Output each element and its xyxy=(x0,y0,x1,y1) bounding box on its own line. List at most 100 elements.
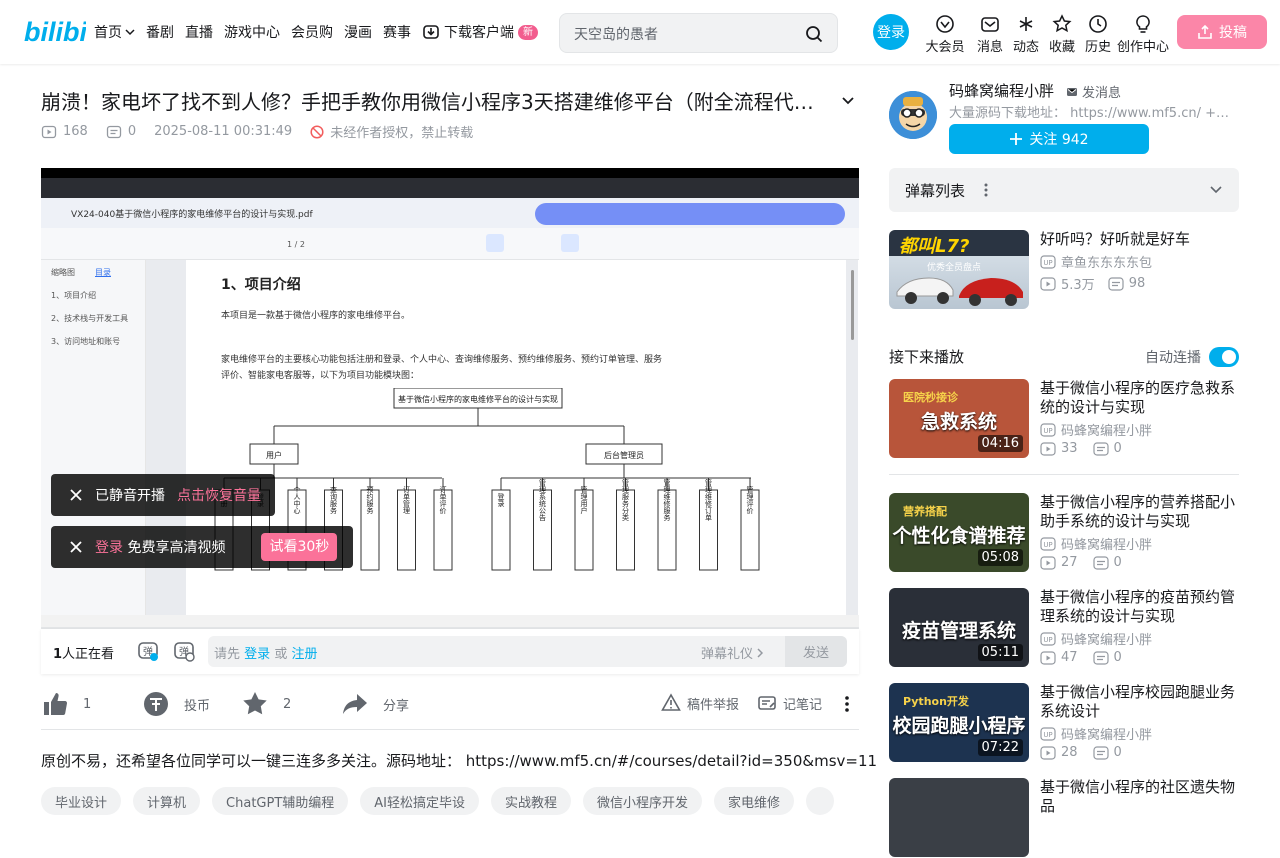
up-next-header: 接下来播放 自动连播 xyxy=(889,346,1239,367)
recommend-thumbnail[interactable]: 营养搭配 个性化食谱推荐 05:08 xyxy=(889,493,1029,572)
expand-title-icon[interactable] xyxy=(840,92,856,108)
viewer-count: 1人正在看 xyxy=(53,643,114,662)
danmaku-list-panel[interactable]: 弹幕列表 xyxy=(889,168,1239,212)
recommend-card[interactable]: 医院秒接诊 急救系统 04:16 基于微信小程序的医疗急救系统的设计与实现 UP 码蜂窝编… xyxy=(889,379,1239,459)
frame-titlebar xyxy=(41,178,859,198)
danmaku-settings-icon[interactable]: 弹 xyxy=(173,640,195,662)
more-vertical-icon[interactable] xyxy=(984,182,988,198)
autoplay-toggle[interactable]: 自动连播 xyxy=(1145,347,1239,367)
nav-game-center[interactable]: 游戏中心 xyxy=(224,0,286,64)
no-repost-icon xyxy=(310,124,324,139)
nav-live[interactable]: 直播 xyxy=(185,0,219,64)
favorite-button[interactable]: 2 xyxy=(241,690,291,718)
frame-side-item: 目录 xyxy=(95,268,111,277)
creator-entry[interactable]: 创作中心 xyxy=(1116,12,1170,55)
tag-item[interactable]: AI轻松搞定毕设 xyxy=(360,787,479,815)
recommend-thumbnail[interactable]: 医院秒接诊 急救系统 04:16 xyxy=(889,379,1029,458)
chevron-right-icon xyxy=(757,647,764,658)
video-player[interactable]: VX24-040基于微信小程序的家电维修平台的设计与实现.pdf 1 / 2 缩… xyxy=(41,168,859,627)
recommend-uploader-name[interactable]: 码蜂窝编程小胖 xyxy=(1061,534,1152,553)
close-icon[interactable] xyxy=(69,488,83,502)
play-count-icon xyxy=(1040,745,1056,760)
history-entry[interactable]: 历史 xyxy=(1080,12,1116,55)
recommend-card[interactable]: Python开发 校园跑腿小程序 07:22 基于微信小程序校园跑腿业务系统设计 UP 码… xyxy=(889,683,1239,763)
uploader-avatar[interactable] xyxy=(889,91,937,139)
recommend-uploader-name[interactable]: 码蜂窝编程小胖 xyxy=(1061,629,1152,648)
search-input[interactable]: 天空岛的愚者 xyxy=(559,13,838,53)
nav-home[interactable]: 首页 xyxy=(94,0,141,64)
trial-button[interactable]: 试看30秒 xyxy=(261,533,338,561)
recommend-thumbnail[interactable]: Python开发 校园跑腿小程序 07:22 xyxy=(889,683,1029,762)
ad-card[interactable]: 都叫L7? 优秀全员盘点 好听吗？好听就是好车 UP 章鱼东东东东包 5.3万 … xyxy=(889,230,1239,310)
vip-entry[interactable]: 大会员 xyxy=(918,12,972,55)
tag-more-button[interactable] xyxy=(806,787,835,815)
recommend-uploader: UP 码蜂窝编程小胖 xyxy=(1040,724,1152,743)
danmaku-toggle-icon[interactable]: 弹 xyxy=(137,640,159,662)
chevron-down-icon[interactable] xyxy=(1209,182,1223,196)
danmaku-count-icon xyxy=(106,125,121,138)
ad-uploader-name[interactable]: 章鱼东东东东包 xyxy=(1061,252,1152,271)
diagram-leaf-label: 管理评价 xyxy=(746,485,754,514)
video-actions: 1 投币 2 分享 稿件举报 记笔记 xyxy=(41,684,859,730)
diagram-leaf-label: 管理维修订单 xyxy=(705,478,713,522)
upload-button[interactable]: 投稿 xyxy=(1177,15,1267,49)
message-entry[interactable]: 消息 xyxy=(972,12,1008,55)
hd-login-link[interactable]: 登录 xyxy=(95,540,123,556)
ad-uploader: UP 章鱼东东东东包 xyxy=(1040,252,1152,271)
more-icon[interactable] xyxy=(837,694,857,714)
recommend-stats: 33 0 xyxy=(1040,441,1122,456)
report-button[interactable]: 稿件举报 xyxy=(661,693,739,713)
history-label: 历史 xyxy=(1084,40,1111,55)
chevron-down-icon xyxy=(125,29,135,36)
nav-esports[interactable]: 赛事 xyxy=(383,0,417,64)
tag-item[interactable]: 实战教程 xyxy=(491,787,572,815)
tag-item[interactable]: ChatGPT辅助编程 xyxy=(212,787,349,815)
nav-anime[interactable]: 番剧 xyxy=(146,0,180,64)
tag-item[interactable]: 微信小程序开发 xyxy=(583,787,703,815)
recommend-card[interactable]: 疫苗管理系统 05:11 基于微信小程序的疫苗预约管理系统的设计与实现 UP 码蜂窝编程… xyxy=(889,588,1239,668)
video-meta: 168 0 2025-08-11 00:31:49 未经作者授权，禁止转载 xyxy=(41,122,473,141)
note-button[interactable]: 记笔记 xyxy=(757,693,822,713)
recommend-title[interactable]: 基于微信小程序的营养搭配小助手系统的设计与实现 xyxy=(1040,493,1239,531)
recommend-title[interactable]: 基于微信小程序的医疗急救系统的设计与实现 xyxy=(1040,379,1239,417)
send-button[interactable]: 发送 xyxy=(785,636,847,667)
recommend-thumbnail[interactable] xyxy=(889,778,1029,857)
recommend-card[interactable]: 营养搭配 个性化食谱推荐 05:08 基于微信小程序的营养搭配小助手系统的设计与实现 U… xyxy=(889,493,1239,573)
nav-mall[interactable]: 会员购 xyxy=(291,0,339,64)
send-message-button[interactable]: 发消息 xyxy=(1066,82,1121,101)
nav-download[interactable]: 下载客户端 新 xyxy=(422,0,544,64)
tag-item[interactable]: 家电维修 xyxy=(714,787,795,815)
play-count-icon xyxy=(1040,555,1056,570)
bilibili-logo[interactable]: bilibili xyxy=(24,14,86,48)
search-icon[interactable] xyxy=(805,25,823,43)
recommend-title[interactable]: 基于微信小程序校园跑腿业务系统设计 xyxy=(1040,683,1239,721)
unmute-link[interactable]: 点击恢复音量 xyxy=(177,485,261,505)
close-icon[interactable] xyxy=(69,540,83,554)
share-button[interactable]: 分享 xyxy=(341,690,409,718)
ad-title[interactable]: 好听吗？好听就是好车 xyxy=(1040,230,1239,249)
like-button[interactable]: 1 xyxy=(41,690,91,718)
coin-button[interactable]: 投币 xyxy=(142,690,210,718)
frame-tabbar: VX24-040基于微信小程序的家电维修平台的设计与实现.pdf xyxy=(41,198,859,228)
danmaku-etiquette-link[interactable]: 弹幕礼仪 xyxy=(701,643,765,662)
dm-register-link[interactable]: 注册 xyxy=(291,647,317,662)
tag-item[interactable]: 毕业设计 xyxy=(41,787,122,815)
recommend-title[interactable]: 基于微信小程序的疫苗预约管理系统的设计与实现 xyxy=(1040,588,1239,626)
tag-item[interactable]: 计算机 xyxy=(133,787,201,815)
uploader-name[interactable]: 码蜂窝编程小胖 xyxy=(949,80,1054,101)
dynamic-entry[interactable]: 动态 xyxy=(1008,12,1044,55)
recommend-title[interactable]: 基于微信小程序的社区遗失物品 xyxy=(1040,778,1239,816)
danmaku-input[interactable]: 请先 登录 或 注册 弹幕礼仪 发送 xyxy=(208,636,847,667)
login-avatar-button[interactable]: 登录 xyxy=(873,14,909,50)
recommend-uploader-name[interactable]: 码蜂窝编程小胖 xyxy=(1061,420,1152,439)
toggle-switch[interactable] xyxy=(1209,347,1239,367)
recommend-uploader: UP 码蜂窝编程小胖 xyxy=(1040,534,1152,553)
nav-manga[interactable]: 漫画 xyxy=(344,0,378,64)
frame-side-item: 缩略图 xyxy=(51,268,75,277)
recommend-card[interactable]: 基于微信小程序的社区遗失物品 xyxy=(889,778,1239,858)
dm-login-link[interactable]: 登录 xyxy=(244,647,270,662)
follow-button[interactable]: 关注 942 xyxy=(949,124,1149,154)
favorite-entry[interactable]: 收藏 xyxy=(1044,12,1080,55)
recommend-uploader-name[interactable]: 码蜂窝编程小胖 xyxy=(1061,724,1152,743)
recommend-thumbnail[interactable]: 疫苗管理系统 05:11 xyxy=(889,588,1029,667)
